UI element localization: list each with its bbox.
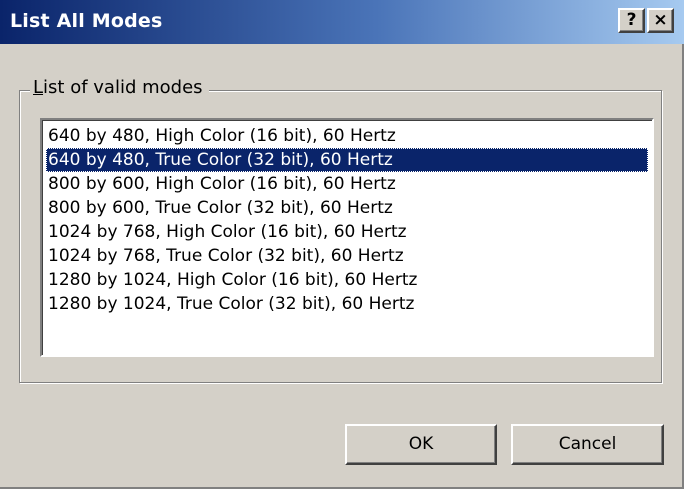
list-item[interactable]: 640 by 480, High Color (16 bit), 60 Hert… <box>46 124 648 148</box>
list-item[interactable]: 1280 by 1024, True Color (32 bit), 60 He… <box>46 292 648 316</box>
ok-button[interactable]: OK <box>345 424 497 465</box>
list-item[interactable]: 1280 by 1024, High Color (16 bit), 60 He… <box>46 268 648 292</box>
group-label-accelerator: L <box>33 77 44 98</box>
list-item[interactable]: 1024 by 768, True Color (32 bit), 60 Her… <box>46 244 648 268</box>
list-all-modes-dialog: List All Modes ? × List of valid modes 6… <box>0 0 684 489</box>
window-title: List All Modes <box>10 10 163 32</box>
list-item[interactable]: 800 by 600, True Color (32 bit), 60 Hert… <box>46 196 648 220</box>
title-bar[interactable]: List All Modes ? × <box>0 0 684 44</box>
help-button[interactable]: ? <box>618 8 645 33</box>
valid-modes-group-label: List of valid modes <box>30 77 209 98</box>
cancel-button[interactable]: Cancel <box>511 424 664 465</box>
close-button[interactable]: × <box>647 8 674 33</box>
modes-listbox[interactable]: 640 by 480, High Color (16 bit), 60 Hert… <box>40 118 654 357</box>
list-item[interactable]: 800 by 600, High Color (16 bit), 60 Hert… <box>46 172 648 196</box>
modes-list: 640 by 480, High Color (16 bit), 60 Hert… <box>46 124 648 316</box>
group-label-text: ist of valid modes <box>43 77 203 98</box>
list-item[interactable]: 1024 by 768, High Color (16 bit), 60 Her… <box>46 220 648 244</box>
list-item[interactable]: 640 by 480, True Color (32 bit), 60 Hert… <box>46 148 648 172</box>
